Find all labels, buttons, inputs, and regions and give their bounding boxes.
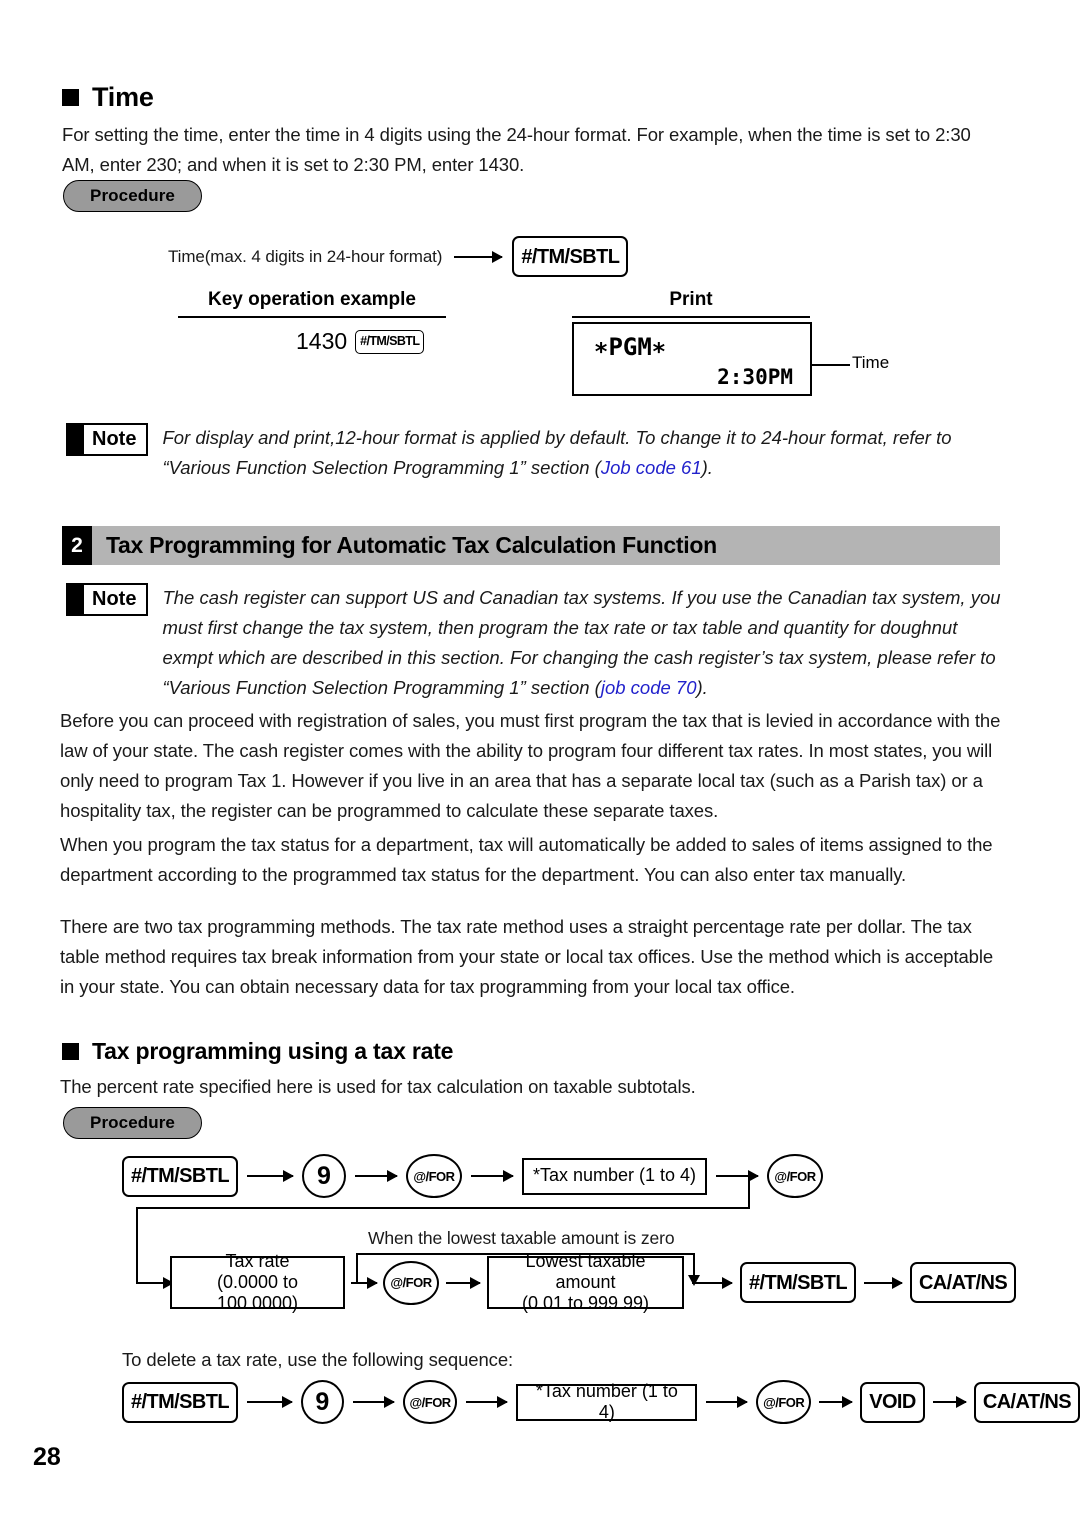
square-bullet-icon-2 (62, 1043, 79, 1060)
tax-flow-row-2: Tax rate (0.0000 to 100.0000) @/FOR Lowe… (170, 1251, 1017, 1313)
note-badge-bar (68, 425, 84, 454)
paragraph-3: There are two tax programming methods. T… (60, 916, 994, 997)
receipt-print-sample: ∗PGM∗ 2:30PM (572, 322, 812, 396)
arrow-right-icon-11 (466, 1396, 509, 1408)
section-number: 2 (62, 526, 92, 565)
manual-page: Time For setting the time, enter the tim… (0, 0, 1080, 1526)
key-caatns-flow3[interactable]: CA/AT/NS (973, 1381, 1080, 1423)
key-nine-flow3[interactable]: 9 (300, 1380, 344, 1424)
note-text-tail: ). (701, 457, 713, 478)
key-void[interactable]: VOID (860, 1381, 925, 1423)
key-for-flow3-a[interactable]: @/FOR (402, 1380, 458, 1424)
bypass-label: When the lowest taxable amount is zero (368, 1228, 675, 1248)
procedure-badge-time: Procedure (63, 180, 202, 212)
arrow-right-icon-12 (706, 1396, 749, 1408)
box-tax-rate-line1: Tax rate (225, 1250, 290, 1271)
section-banner-2: 2 Tax Programming for Automatic Tax Calc… (62, 526, 1000, 565)
heading-time: Time (62, 82, 154, 113)
heading-tax-programming: Tax programming using a tax rate (62, 1038, 453, 1065)
arrow-right-icon-7 (692, 1276, 733, 1289)
tax-rate-intro: The percent rate specified here is used … (60, 1076, 696, 1097)
arrow-right-icon-13 (819, 1396, 854, 1408)
delete-intro-text: To delete a tax rate, use the following … (122, 1349, 514, 1370)
procedure-label: Procedure (63, 180, 202, 212)
note-text-body-2: The cash register can support US and Can… (162, 587, 1001, 698)
key-tmsbtl-flow1[interactable]: #/TM/SBTL (122, 1155, 238, 1197)
key-for-flow3-b[interactable]: @/FOR (756, 1380, 812, 1424)
note-text-body: For display and print,12-hour format is … (162, 427, 952, 478)
procedure-badge-tax: Procedure (63, 1107, 202, 1139)
box-lowest-line2: (0.01 to 999.99) (521, 1293, 650, 1314)
arrow-right-icon-3 (470, 1170, 514, 1182)
column-header-key-operation: Key operation example (178, 289, 446, 318)
box-tax-number-1: *Tax number (1 to 4) (521, 1157, 708, 1195)
page-number: 28 (33, 1443, 61, 1471)
key-nine-flow1[interactable]: 9 (301, 1154, 346, 1198)
arrow-right-icon (454, 250, 504, 263)
key-operation-example: 1430 #/TM/SBTL (296, 328, 425, 355)
job-code-link: Job code 61 (600, 457, 702, 478)
square-bullet-icon (62, 89, 79, 106)
time-flow-row: Time(max. 4 digits in 24-hour format) #/… (168, 236, 629, 277)
note-block-tax: Note The cash register can support US an… (66, 581, 1006, 703)
arrow-right-icon-9 (246, 1396, 293, 1408)
connector-seg-d (136, 1207, 138, 1283)
job-code-link-2: job code 70 (600, 677, 697, 698)
column-header-print: Print (572, 289, 810, 318)
arrow-right-icon-14 (932, 1396, 968, 1408)
key-for-flow1-b[interactable]: @/FOR (767, 1154, 824, 1198)
key-example-digits: 1430 (296, 328, 348, 354)
note-text-time: For display and print,12-hour format is … (162, 421, 1006, 483)
tax-flow-row-3: #/TM/SBTL 9 @/FOR *Tax number (1 to 4) @… (122, 1380, 1080, 1424)
arrow-right-icon-5 (351, 1276, 378, 1289)
key-for-flow2[interactable]: @/FOR (383, 1260, 439, 1305)
note-badge-label-2: Note (92, 588, 137, 610)
section-title: Tax Programming for Automatic Tax Calcul… (92, 526, 1000, 565)
box-tax-number-2: *Tax number (1 to 4) (516, 1381, 698, 1422)
time-flow-input-label: Time(max. 4 digits in 24-hour format) (168, 246, 443, 266)
key-tmsbtl-small[interactable]: #/TM/SBTL (355, 329, 425, 354)
connector-seg-a (718, 1175, 750, 1177)
receipt-time-text: 2:30PM (717, 365, 793, 389)
note-badge-bar-2 (68, 585, 84, 614)
arrow-right-icon-6 (446, 1276, 481, 1289)
box-tax-rate: Tax rate (0.0000 to 100.0000) (170, 1251, 345, 1313)
key-tmsbtl-flow3[interactable]: #/TM/SBTL (122, 1381, 238, 1423)
connector-seg-e (136, 1282, 166, 1284)
paragraph-2: When you program the tax status for a de… (60, 834, 993, 885)
heading-tax-programming-label: Tax programming using a tax rate (92, 1038, 454, 1064)
paragraph-1: Before you can proceed with registration… (60, 710, 1001, 821)
key-for-flow1-a[interactable]: @/FOR (405, 1154, 462, 1198)
callout-leader-line (812, 364, 850, 366)
connector-seg-c (136, 1207, 750, 1209)
arrow-right-icon-1 (246, 1170, 294, 1182)
note-badge: Note (66, 423, 149, 456)
arrow-right-icon-2 (354, 1170, 398, 1182)
heading-time-label: Time (92, 82, 154, 112)
arrow-right-icon-8 (863, 1276, 903, 1289)
note-text-tax: The cash register can support US and Can… (162, 581, 1006, 703)
note-block-time: Note For display and print,12-hour forma… (66, 421, 1006, 483)
time-intro-paragraph: For setting the time, enter the time in … (62, 124, 971, 175)
arrow-right-icon-10 (352, 1396, 395, 1408)
procedure-label-2: Procedure (63, 1107, 202, 1139)
box-lowest-line1: Lowest taxable amount (525, 1250, 646, 1292)
note-text-tail-2: ). (696, 677, 708, 698)
box-tax-rate-line2: (0.0000 to 100.0000) (216, 1271, 299, 1314)
receipt-header-text: ∗PGM∗ (594, 333, 667, 361)
callout-label-time: Time (852, 353, 890, 372)
key-caatns-flow2[interactable]: CA/AT/NS (909, 1262, 1017, 1303)
note-badge-label: Note (92, 428, 137, 450)
key-tmsbtl-flow2[interactable]: #/TM/SBTL (740, 1262, 856, 1303)
key-tmsbtl[interactable]: #/TM/SBTL (512, 236, 629, 277)
note-badge-2: Note (66, 583, 149, 616)
box-lowest-taxable-amount: Lowest taxable amount (0.01 to 999.99) (487, 1251, 684, 1313)
connector-seg-b (748, 1175, 750, 1209)
